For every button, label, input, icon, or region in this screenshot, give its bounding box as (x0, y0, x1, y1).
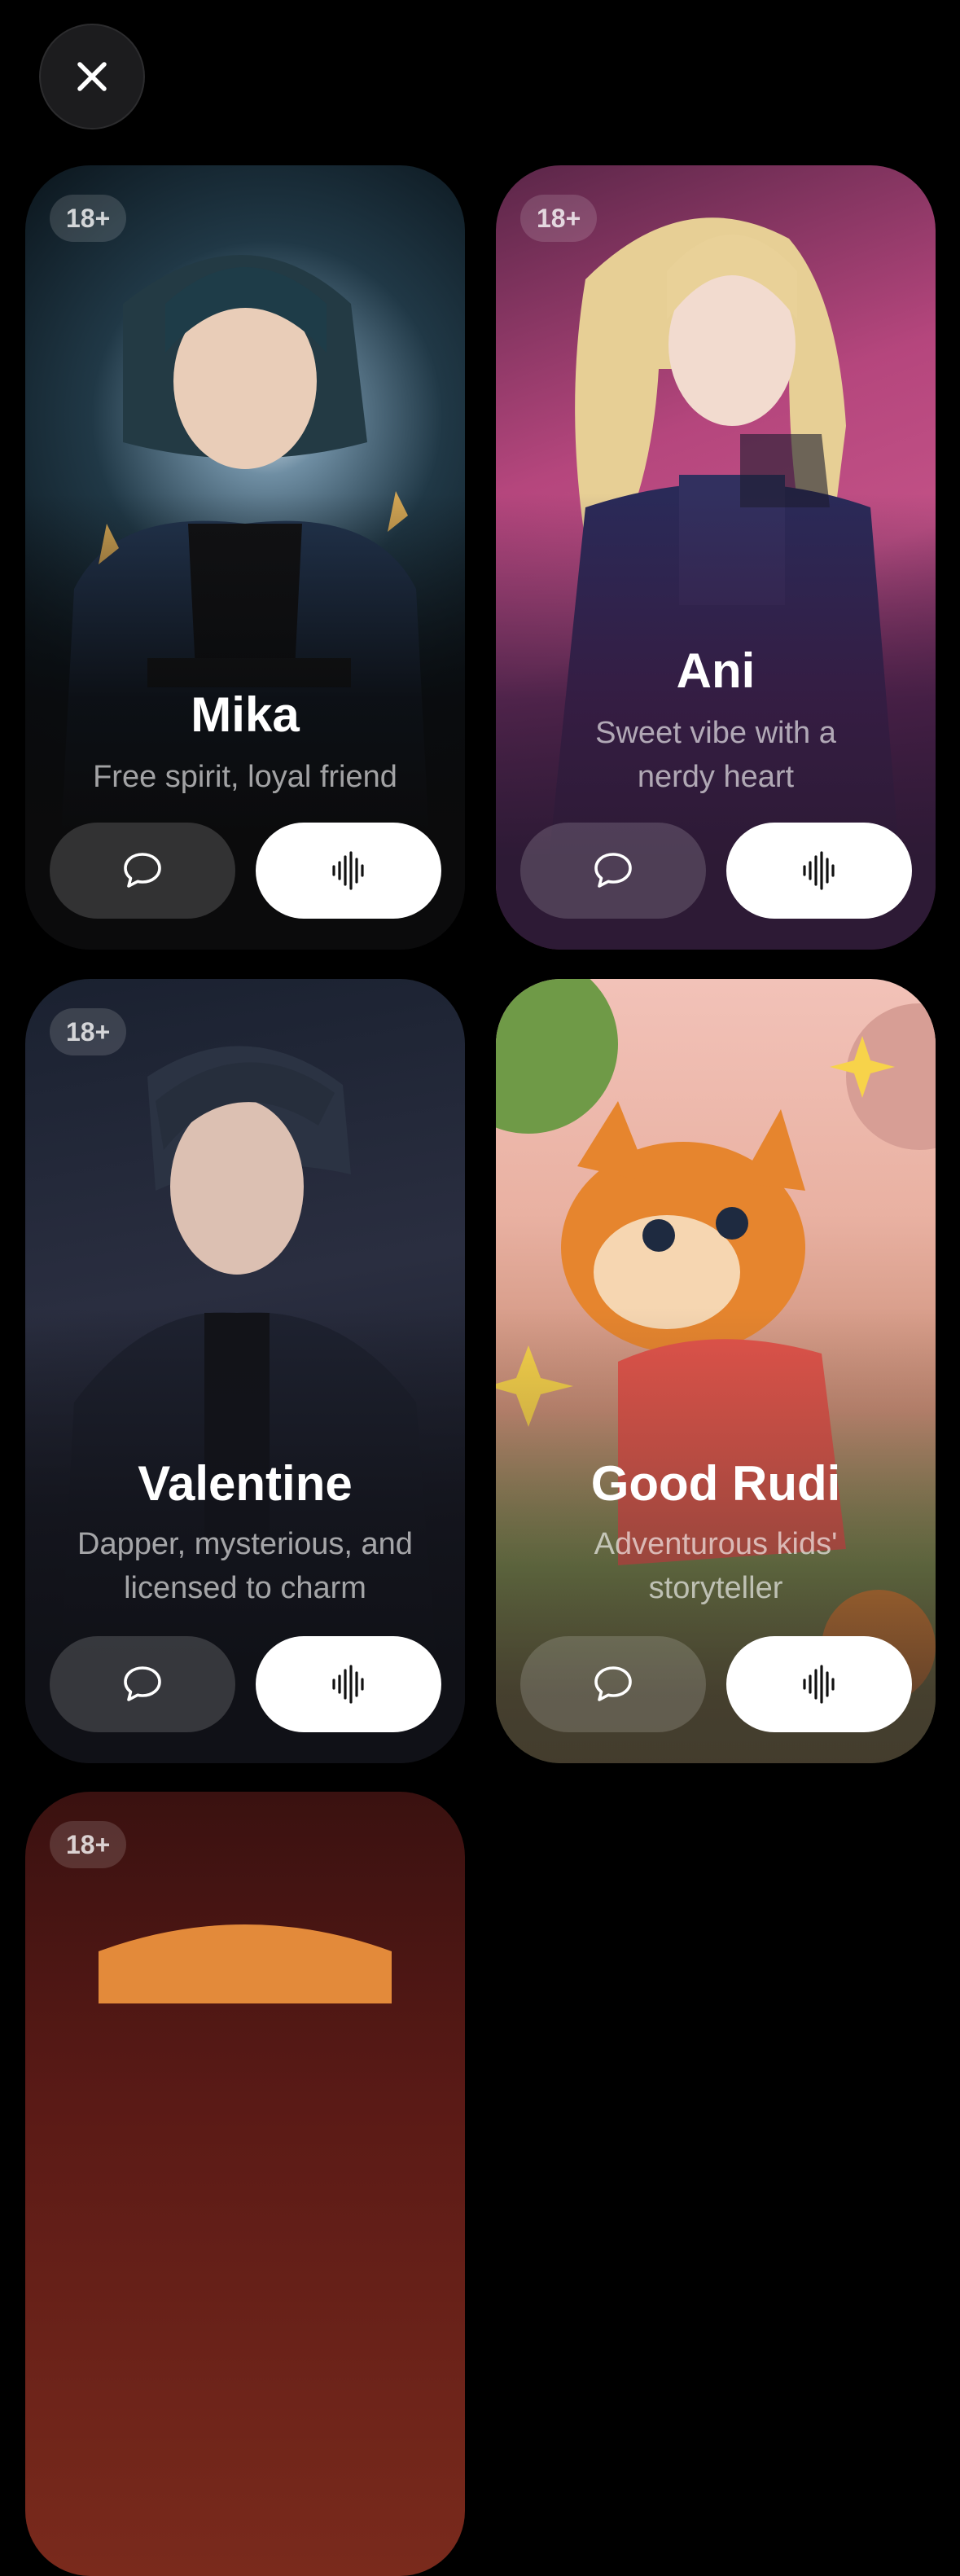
chat-bubble-icon (124, 853, 161, 888)
companion-tagline: Adventurous kids' storyteller (594, 1527, 838, 1605)
companion-tagline: Dapper, mysterious, and licensed to char… (77, 1527, 413, 1605)
chat-bubble-icon (594, 853, 632, 888)
companion-card-ani[interactable]: 18+ Ani Sweet vibe with a nerdy heart (496, 165, 936, 950)
companion-card-valentine[interactable]: 18+ Valentine Dapper, mysterious, and li… (25, 979, 465, 1763)
chat-bubble-icon (594, 1666, 632, 1701)
voice-call-button[interactable] (726, 823, 912, 919)
chat-button[interactable] (520, 1636, 706, 1732)
companion-name: Mika (191, 687, 300, 742)
close-icon (77, 62, 107, 91)
companion-name: Good Rudi (590, 1456, 841, 1511)
age-rating-badge: 18+ (520, 195, 598, 242)
chat-button[interactable] (520, 823, 706, 919)
chat-bubble-icon (124, 1666, 161, 1701)
voice-call-button[interactable] (256, 823, 441, 919)
companion-portrait (25, 1792, 465, 2576)
close-button[interactable] (39, 24, 145, 129)
companion-name: Valentine (138, 1456, 353, 1511)
waveform-icon (803, 1665, 835, 1704)
age-rating-badge: 18+ (50, 1008, 127, 1055)
companion-tagline: Free spirit, loyal friend (93, 760, 397, 794)
companion-name: Ani (676, 643, 756, 698)
waveform-icon (332, 1665, 364, 1704)
chat-button[interactable] (50, 1636, 235, 1732)
companion-card-good-rudi[interactable]: Good Rudi Adventurous kids' storyteller (496, 979, 936, 1763)
waveform-icon (803, 851, 835, 890)
companion-card-mika[interactable]: 18+ Mika Free spirit, loyal friend (25, 165, 465, 950)
age-rating-badge: 18+ (50, 1821, 127, 1868)
voice-call-button[interactable] (256, 1636, 441, 1732)
companion-card-partial[interactable]: 18+ (25, 1792, 465, 2576)
chat-button[interactable] (50, 823, 235, 919)
waveform-icon (332, 851, 364, 890)
voice-call-button[interactable] (726, 1636, 912, 1732)
companion-tagline: Sweet vibe with a nerdy heart (595, 716, 836, 794)
age-rating-badge: 18+ (50, 195, 127, 242)
